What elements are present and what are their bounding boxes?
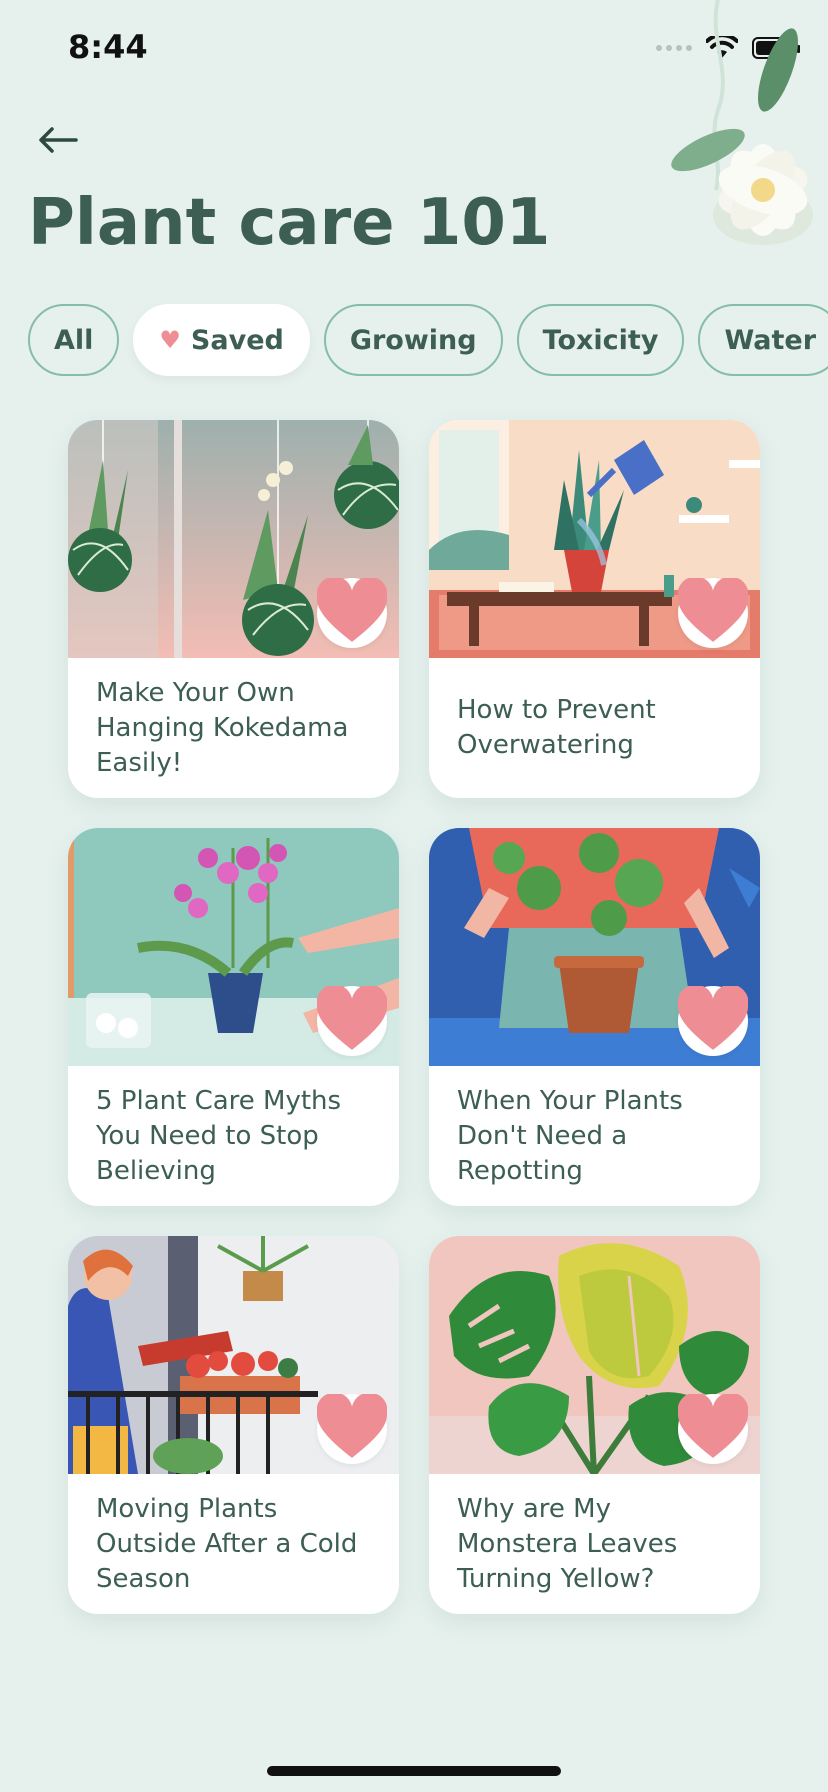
article-image-monstera [429,1236,760,1474]
filter-chip-saved[interactable]: ♥ Saved [133,304,310,376]
home-indicator[interactable] [267,1766,561,1776]
article-title: Make Your Own Hanging Kokedama Easily! [96,677,349,778]
arrow-left-icon [39,127,78,153]
chip-label: Water [724,324,817,356]
filter-chip-toxicity[interactable]: Toxicity [516,304,685,376]
page-title: Plant care 101 [28,186,551,260]
filter-chip-water[interactable]: Water [698,304,828,376]
article-card[interactable]: Why are My Monstera Leaves Turning Yello… [429,1236,760,1614]
favorite-button[interactable] [678,578,748,648]
heart-icon [317,578,387,642]
article-card[interactable]: 5 Plant Care Myths You Need to Stop Beli… [68,828,399,1206]
heart-icon [678,986,748,1050]
filter-chip-all[interactable]: All [28,304,120,376]
filter-chips: All ♥ Saved Growing Toxicity Water [28,304,828,376]
chip-label: Saved [190,324,284,356]
chip-label: Toxicity [542,324,659,356]
filter-chip-growing[interactable]: Growing [323,304,503,376]
article-title: When Your Plants Don't Need a Repotting [457,1085,683,1186]
article-title: 5 Plant Care Myths You Need to Stop Beli… [96,1085,342,1186]
article-image-repotting [429,828,760,1066]
status-time: 8:44 [68,28,148,66]
article-image-kokedama [68,420,399,658]
back-button[interactable] [38,118,90,162]
article-image-plant-myths [68,828,399,1066]
article-image-moving-plants [68,1236,399,1474]
article-card[interactable]: How to Prevent Overwatering [429,420,760,798]
article-card[interactable]: Make Your Own Hanging Kokedama Easily! [68,420,399,798]
article-grid: Make Your Own Hanging Kokedama Easily! H… [68,420,760,1614]
favorite-button[interactable] [317,1394,387,1464]
article-image-overwatering [429,420,760,658]
heart-icon: ♥ [159,326,181,354]
favorite-button[interactable] [678,986,748,1056]
heart-icon [317,986,387,1050]
article-title: Moving Plants Outside After a Cold Seaso… [96,1493,358,1594]
article-card[interactable]: Moving Plants Outside After a Cold Seaso… [68,1236,399,1614]
article-card[interactable]: When Your Plants Don't Need a Repotting [429,828,760,1206]
favorite-button[interactable] [317,578,387,648]
article-title: Why are My Monstera Leaves Turning Yello… [457,1493,678,1594]
favorite-button[interactable] [317,986,387,1056]
flower-decoration [671,0,813,245]
heart-icon [678,1394,748,1458]
favorite-button[interactable] [678,1394,748,1464]
chip-label: Growing [349,324,477,356]
chip-label: All [54,324,94,356]
heart-icon [678,578,748,642]
article-title: How to Prevent Overwatering [457,695,656,760]
heart-icon [317,1394,387,1458]
